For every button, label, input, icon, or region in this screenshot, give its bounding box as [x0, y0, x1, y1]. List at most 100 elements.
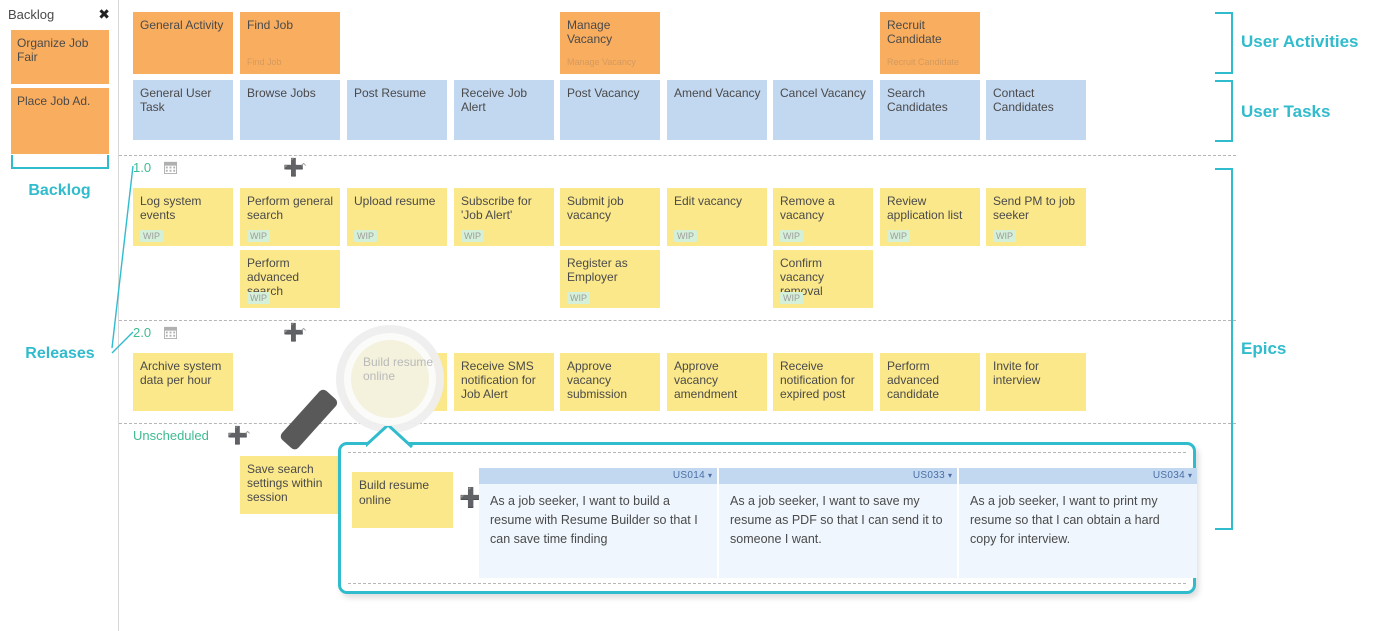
- epics-bracket: [1215, 168, 1233, 530]
- backlog-card[interactable]: Place Job Ad.: [11, 88, 109, 154]
- task-card-label: Browse Jobs: [247, 86, 316, 100]
- backlog-annotation-label: Backlog: [28, 182, 91, 199]
- story-card[interactable]: Perform advanced candidate: [880, 353, 980, 411]
- task-card[interactable]: Post Resume: [347, 80, 447, 140]
- chevron-up-icon[interactable]: ⌃: [299, 324, 308, 342]
- story-card[interactable]: Review application list WIP: [880, 188, 980, 246]
- task-card[interactable]: Search Candidates: [880, 80, 980, 140]
- releases-annotation-label: Releases: [25, 345, 95, 362]
- story-card[interactable]: Receive SMS notification for Job Alert: [454, 353, 554, 411]
- activity-card[interactable]: Manage Vacancy Manage Vacancy: [560, 12, 660, 74]
- user-story-id: US014: [672, 470, 705, 481]
- chevron-down-icon[interactable]: ▾: [1188, 471, 1192, 480]
- task-card[interactable]: Post Vacancy: [560, 80, 660, 140]
- task-card[interactable]: Contact Candidates: [986, 80, 1086, 140]
- popup-epic-card[interactable]: Build resume online: [352, 472, 453, 528]
- story-detail-popup: Build resume online ➕ US014 ▾ As a job se…: [338, 426, 1197, 594]
- chevron-up-icon[interactable]: ⌃: [243, 427, 252, 445]
- story-card[interactable]: Subscribe for 'Job Alert' WIP: [454, 188, 554, 246]
- user-story-card[interactable]: US034 ▾ As a job seeker, I want to print …: [959, 468, 1197, 578]
- backlog-bracket: [11, 155, 109, 169]
- story-card[interactable]: Register as Employer WIP: [560, 250, 660, 308]
- activity-card-label: Manage Vacancy: [567, 18, 613, 46]
- story-card[interactable]: Send PM to job seeker WIP: [986, 188, 1086, 246]
- calendar-icon[interactable]: [164, 326, 177, 339]
- story-card-label: Approve vacancy submission: [567, 359, 628, 401]
- release-header-unscheduled: Unscheduled ➕ ⌃: [133, 427, 333, 445]
- row-separator: [119, 155, 1236, 156]
- task-card-label: Search Candidates: [887, 86, 948, 114]
- row-separator: [119, 320, 1236, 321]
- backlog-card[interactable]: Organize Job Fair: [11, 30, 109, 84]
- status-badge: WIP: [354, 230, 377, 242]
- close-icon[interactable]: ✖: [98, 6, 110, 22]
- story-card[interactable]: Confirm vacancy removal WIP: [773, 250, 873, 308]
- story-card-label: Edit vacancy: [674, 194, 743, 208]
- story-card[interactable]: Build resume online: [347, 353, 447, 411]
- story-card[interactable]: Archive system data per hour: [133, 353, 233, 411]
- story-card-label: Save search settings within session: [247, 462, 323, 504]
- story-card-label: Archive system data per hour: [140, 359, 222, 387]
- activity-card[interactable]: Recruit Candidate Recruit Candidate: [880, 12, 980, 74]
- user-story-text: As a job seeker, I want to build a resum…: [490, 494, 698, 546]
- activity-card-label: Recruit Candidate: [887, 18, 942, 46]
- backlog-panel: Backlog ✖ Organize Job Fair Place Job Ad…: [0, 0, 119, 631]
- task-card-label: Cancel Vacancy: [780, 86, 866, 100]
- release-name[interactable]: 1.0: [133, 159, 151, 177]
- row-separator: [119, 423, 1236, 424]
- activity-card[interactable]: Find Job Find Job: [240, 12, 340, 74]
- story-card[interactable]: Log system events WIP: [133, 188, 233, 246]
- chevron-down-icon[interactable]: ▾: [948, 471, 952, 480]
- story-card-label: Remove a vacancy: [780, 194, 835, 222]
- release-name[interactable]: Unscheduled: [133, 427, 209, 445]
- story-card[interactable]: Receive notification for expired post: [773, 353, 873, 411]
- story-card[interactable]: Approve vacancy submission: [560, 353, 660, 411]
- user-story-header: US034 ▾: [959, 468, 1197, 484]
- task-card-label: Post Resume: [354, 86, 427, 100]
- story-card-label: Review application list: [887, 194, 963, 222]
- activity-card-ghost: Find Job: [247, 57, 282, 67]
- calendar-icon[interactable]: [164, 161, 177, 174]
- user-tasks-bracket: [1215, 80, 1233, 142]
- task-card-label: General User Task: [140, 86, 212, 114]
- task-card-label: Post Vacancy: [567, 86, 640, 100]
- user-story-card[interactable]: US014 ▾ As a job seeker, I want to build …: [479, 468, 717, 578]
- activity-card-ghost: Recruit Candidate: [887, 57, 960, 67]
- story-card-label: Receive SMS notification for Job Alert: [461, 359, 536, 401]
- story-card[interactable]: Save search settings within session: [240, 456, 340, 514]
- task-card[interactable]: Browse Jobs: [240, 80, 340, 140]
- task-card[interactable]: Cancel Vacancy: [773, 80, 873, 140]
- user-activities-label: User Activities: [1241, 32, 1359, 51]
- status-badge: WIP: [140, 230, 163, 242]
- story-card[interactable]: Remove a vacancy WIP: [773, 188, 873, 246]
- user-story-card[interactable]: US033 ▾ As a job seeker, I want to save m…: [719, 468, 957, 578]
- chevron-up-icon[interactable]: ⌃: [299, 159, 308, 177]
- status-badge: WIP: [993, 230, 1016, 242]
- story-card[interactable]: Perform advanced search WIP: [240, 250, 340, 308]
- story-card[interactable]: Perform general search WIP: [240, 188, 340, 246]
- backlog-panel-header: Backlog ✖: [8, 6, 111, 27]
- story-card-label: Build resume online: [354, 359, 425, 387]
- task-card[interactable]: General User Task: [133, 80, 233, 140]
- chevron-down-icon[interactable]: ▾: [708, 471, 712, 480]
- activity-card[interactable]: General Activity: [133, 12, 233, 74]
- story-card[interactable]: Edit vacancy WIP: [667, 188, 767, 246]
- user-story-id: US034: [1152, 470, 1185, 481]
- release-name[interactable]: 2.0: [133, 324, 151, 342]
- backlog-panel-title: Backlog: [8, 7, 55, 22]
- status-badge: WIP: [461, 230, 484, 242]
- task-card[interactable]: Amend Vacancy: [667, 80, 767, 140]
- story-card[interactable]: Submit job vacancy: [560, 188, 660, 246]
- story-card[interactable]: Invite for interview: [986, 353, 1086, 411]
- status-badge: WIP: [780, 230, 803, 242]
- status-badge: WIP: [887, 230, 910, 242]
- story-card-label: Send PM to job seeker: [993, 194, 1076, 222]
- user-story-header: US014 ▾: [479, 468, 717, 484]
- task-card-label: Amend Vacancy: [674, 86, 761, 100]
- story-card[interactable]: Upload resume WIP: [347, 188, 447, 246]
- task-card-label: Contact Candidates: [993, 86, 1054, 114]
- story-card-label: Register as Employer: [567, 256, 628, 284]
- task-card[interactable]: Receive Job Alert: [454, 80, 554, 140]
- story-card[interactable]: Approve vacancy amendment: [667, 353, 767, 411]
- user-story-header: US033 ▾: [719, 468, 957, 484]
